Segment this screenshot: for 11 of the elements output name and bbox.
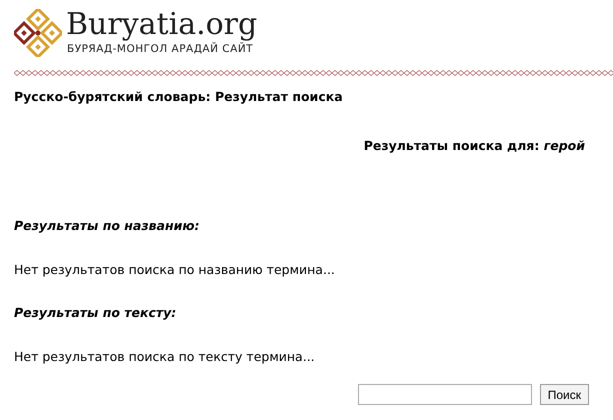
search-field[interactable] — [358, 384, 532, 406]
logo-icon — [14, 8, 62, 57]
no-results-message: Нет результатов поиска по названию термина... — [14, 261, 336, 279]
section-heading: Результаты по тексту: — [14, 304, 178, 322]
site-tagline: БУРЯАД-МОНГОЛ АРАДАЙ САЙТ — [66, 42, 254, 57]
page-title: Русско-бурятский словарь: Результат поиска — [14, 88, 344, 106]
section-heading: Результаты по названию: — [14, 217, 200, 236]
search-button[interactable]: Поиск — [540, 384, 589, 406]
no-results-message: Нет результатов поиска по тексту термина... — [14, 348, 316, 366]
results-heading: Результаты поиска для: герой — [364, 136, 585, 155]
site-name: Buryatia.org — [66, 8, 258, 42]
